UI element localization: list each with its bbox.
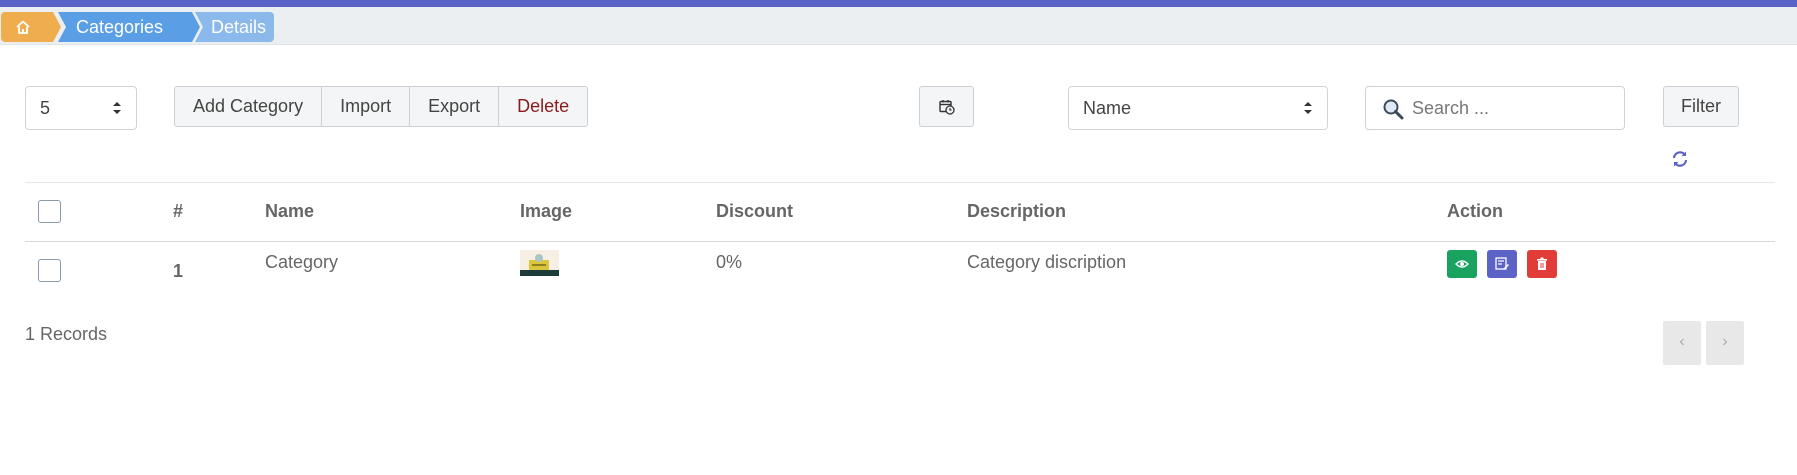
delete-button[interactable]: Delete — [498, 86, 589, 127]
column-header-image[interactable]: Image — [520, 201, 572, 222]
breadcrumb: Categories Details — [0, 7, 1797, 45]
search-box — [1365, 86, 1625, 130]
export-button[interactable]: Export — [409, 86, 500, 127]
table-header-rule — [25, 241, 1775, 242]
eye-icon — [1455, 260, 1469, 268]
row-index: 1 — [173, 261, 184, 281]
next-page-button[interactable]: › — [1706, 321, 1744, 365]
row-description: Category discription — [967, 252, 1127, 272]
date-filter-button[interactable] — [919, 86, 974, 127]
record-count: 1 Records — [25, 324, 108, 344]
top-accent-bar — [0, 0, 1797, 7]
trash-icon — [1537, 257, 1547, 270]
page-size-value: 5 — [40, 98, 51, 118]
calendar-clock-icon — [939, 100, 955, 115]
sort-by-select[interactable]: Name — [1068, 86, 1328, 130]
column-header-action: Action — [1447, 201, 1503, 221]
delete-row-button[interactable] — [1527, 250, 1557, 278]
breadcrumb-home[interactable] — [1, 12, 61, 42]
edit-icon — [1495, 257, 1509, 270]
breadcrumb-details[interactable]: Details — [195, 12, 274, 42]
view-button[interactable] — [1447, 250, 1477, 278]
column-header-index: # — [173, 201, 184, 221]
category-thumbnail[interactable] — [520, 250, 559, 276]
row-checkbox[interactable] — [38, 259, 61, 282]
edit-button[interactable] — [1487, 250, 1517, 278]
toolbar-button-group: Add Category Import Export Delete — [174, 86, 589, 127]
filter-button[interactable]: Filter — [1663, 86, 1739, 127]
add-category-button[interactable]: Add Category — [174, 86, 323, 127]
row-name: Category — [265, 252, 339, 272]
search-input[interactable] — [1412, 87, 1612, 129]
sort-caret-icon — [1304, 102, 1312, 114]
toolbar-divider — [25, 182, 1775, 183]
row-discount: 0% — [716, 252, 743, 272]
import-button[interactable]: Import — [321, 86, 411, 127]
column-header-name[interactable]: Name — [265, 201, 314, 222]
home-icon — [16, 20, 30, 34]
search-icon — [1383, 99, 1404, 120]
sort-by-value: Name — [1083, 98, 1132, 118]
column-header-description[interactable]: Description — [967, 201, 1066, 222]
page-size-select[interactable]: 5 — [25, 86, 137, 130]
refresh-icon[interactable] — [1671, 150, 1689, 168]
prev-page-button[interactable]: ‹ — [1663, 321, 1701, 365]
breadcrumb-categories[interactable]: Categories — [58, 12, 200, 42]
select-all-checkbox[interactable] — [38, 200, 61, 223]
sort-caret-icon — [113, 102, 121, 114]
column-header-discount[interactable]: Discount — [716, 201, 793, 222]
